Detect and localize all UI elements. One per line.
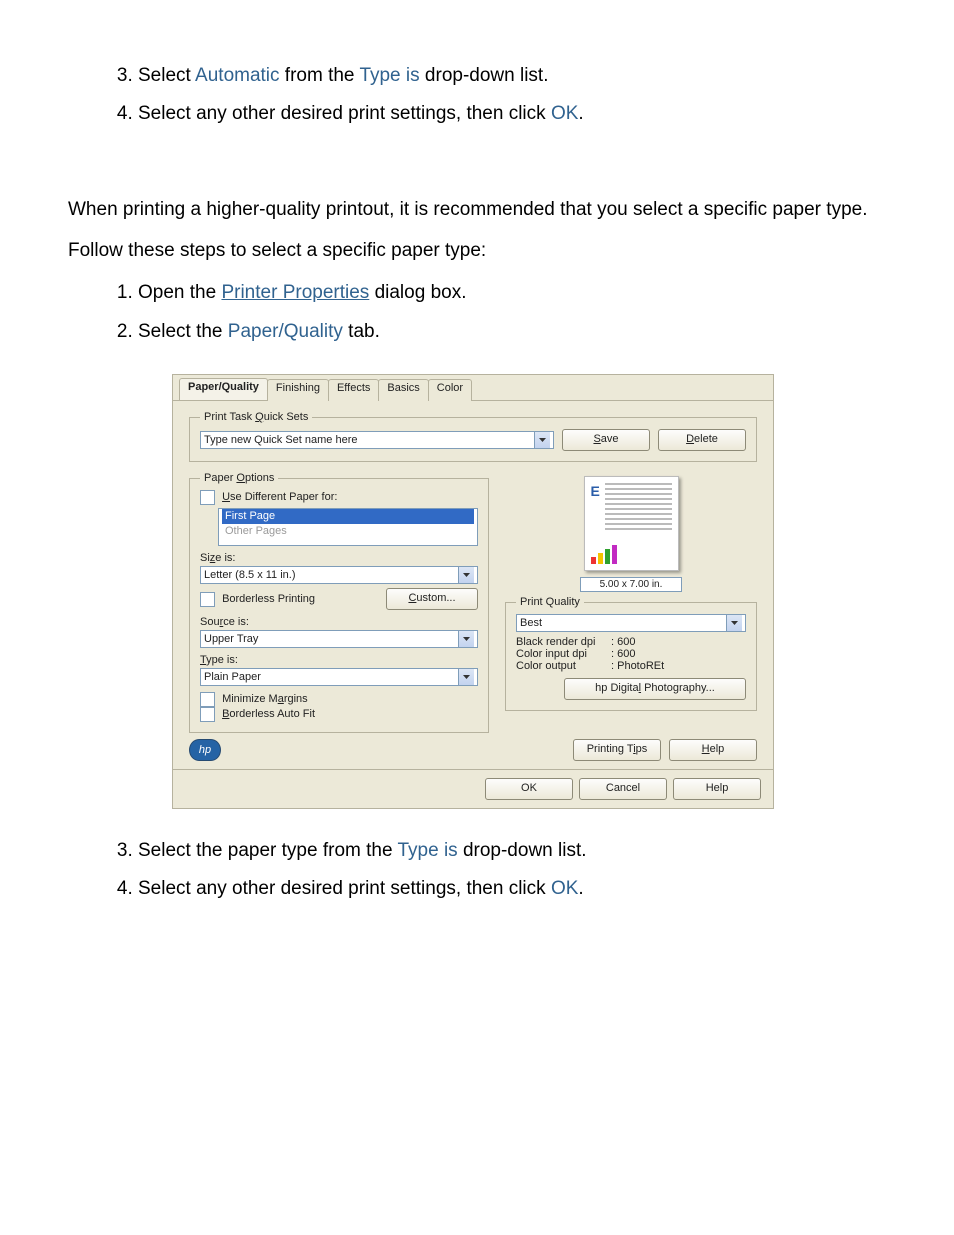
printer-properties-link[interactable]: Printer Properties [221,282,369,303]
paragraph: Follow these steps to select a specific … [68,236,886,265]
print-quality-group: Print Quality Best Black render dpi: 600… [505,596,757,711]
instruction-list-bottom: Select the paper type from the Type is d… [68,835,886,906]
quick-set-name-combo[interactable]: Type new Quick Set name here [200,431,554,449]
borderless-printing-checkbox[interactable] [200,592,215,607]
list-item: Select any other desired print settings,… [138,873,886,905]
tab-bar: Paper/Quality Finishing Effects Basics C… [173,375,773,401]
save-button[interactable]: Save [562,429,650,451]
list-item: Select the Paper/Quality tab. [138,316,886,348]
text: drop-down list. [420,65,549,86]
size-is-label: Size is: [200,552,478,564]
term-ok: OK [551,103,578,124]
use-different-paper-label: Use Different Paper for: [222,491,337,503]
type-is-combo[interactable]: Plain Paper [200,668,478,686]
chevron-down-icon [534,432,550,448]
text: Select [138,65,195,86]
color-input-dpi-label: Color input dpi [516,648,611,660]
text: drop-down list. [458,840,587,861]
text: Select any other desired print settings,… [138,103,551,124]
chevron-down-icon [458,631,474,647]
page-list-first[interactable]: First Page [222,509,474,524]
chevron-down-icon [726,615,742,631]
type-is-label: Type is: [200,654,478,666]
list-item: Select Automatic from the Type is drop-d… [138,60,886,92]
tab-effects[interactable]: Effects [328,379,379,401]
hp-logo-icon: hp [189,739,221,761]
tab-paper-quality[interactable]: Paper/Quality [179,378,268,400]
minimize-margins-checkbox[interactable] [200,692,215,707]
term-ok: OK [551,878,578,899]
help-button-outer[interactable]: Help [673,778,761,800]
minimize-margins-label: Minimize Margins [222,693,308,705]
quick-set-placeholder: Type new Quick Set name here [204,434,534,446]
text: dialog box. [369,282,466,303]
size-is-value: Letter (8.5 x 11 in.) [204,569,458,581]
type-is-value: Plain Paper [204,671,458,683]
borderless-printing-label: Borderless Printing [222,593,315,605]
source-is-label: Source is: [200,616,478,628]
paragraph: When printing a higher-quality printout,… [68,195,886,224]
page-list[interactable]: First Page Other Pages [218,508,478,546]
paper-options-legend: Paper Options [200,472,278,484]
borderless-autofit-label: Borderless Auto Fit [222,708,315,720]
instruction-list-mid: Open the Printer Properties dialog box. … [68,277,886,348]
text: Open the [138,282,221,303]
color-output-value: : PhotoREt [611,660,664,672]
hp-digital-photography-button[interactable]: hp Digital Photography... [564,678,746,700]
text: Select any other desired print settings,… [138,878,551,899]
chart-icon [591,545,617,564]
term-automatic: Automatic [195,65,279,86]
list-item: Select the paper type from the Type is d… [138,835,886,867]
printing-tips-button[interactable]: Printing Tips [573,739,661,761]
chevron-down-icon [458,567,474,583]
preview-icon: E [591,483,600,499]
page-list-other[interactable]: Other Pages [222,524,474,539]
list-item: Select any other desired print settings,… [138,98,886,130]
text: Select the paper type from the [138,840,397,861]
tab-finishing[interactable]: Finishing [267,379,329,401]
term-type-is: Type is [359,65,419,86]
term-type-is: Type is [397,840,457,861]
black-render-dpi-value: : 600 [611,636,635,648]
color-output-label: Color output [516,660,611,672]
page-preview: E [584,476,679,571]
preview-dimensions: 5.00 x 7.00 in. [580,577,682,592]
text: . [578,103,583,124]
term-paper-quality: Paper/Quality [228,321,343,342]
black-render-dpi-label: Black render dpi [516,636,611,648]
use-different-paper-checkbox[interactable] [200,490,215,505]
quick-sets-group: Print Task Quick Sets Type new Quick Set… [189,411,757,462]
tab-basics[interactable]: Basics [378,379,428,401]
custom-button[interactable]: Custom... [386,588,478,610]
print-quality-legend: Print Quality [516,596,584,608]
size-is-combo[interactable]: Letter (8.5 x 11 in.) [200,566,478,584]
source-is-value: Upper Tray [204,633,458,645]
delete-button[interactable]: Delete [658,429,746,451]
list-item: Open the Printer Properties dialog box. [138,277,886,309]
text: . [578,878,583,899]
quick-sets-legend: Print Task Quick Sets [200,411,312,423]
color-input-dpi-value: : 600 [611,648,635,660]
source-is-combo[interactable]: Upper Tray [200,630,478,648]
chevron-down-icon [458,669,474,685]
instruction-list-top: Select Automatic from the Type is drop-d… [68,60,886,131]
dialog-button-bar: OK Cancel Help [173,769,773,808]
tab-color[interactable]: Color [428,379,472,401]
ok-button[interactable]: OK [485,778,573,800]
help-button[interactable]: Help [669,739,757,761]
text: Select the [138,321,228,342]
print-quality-value: Best [520,617,726,629]
document-page: Select Automatic from the Type is drop-d… [0,0,954,990]
text: from the [280,65,360,86]
paper-options-group: Paper Options Use Different Paper for: F… [189,472,489,733]
borderless-autofit-checkbox[interactable] [200,707,215,722]
cancel-button[interactable]: Cancel [579,778,667,800]
print-quality-combo[interactable]: Best [516,614,746,632]
printer-properties-dialog: Paper/Quality Finishing Effects Basics C… [172,374,774,809]
text: tab. [343,321,380,342]
